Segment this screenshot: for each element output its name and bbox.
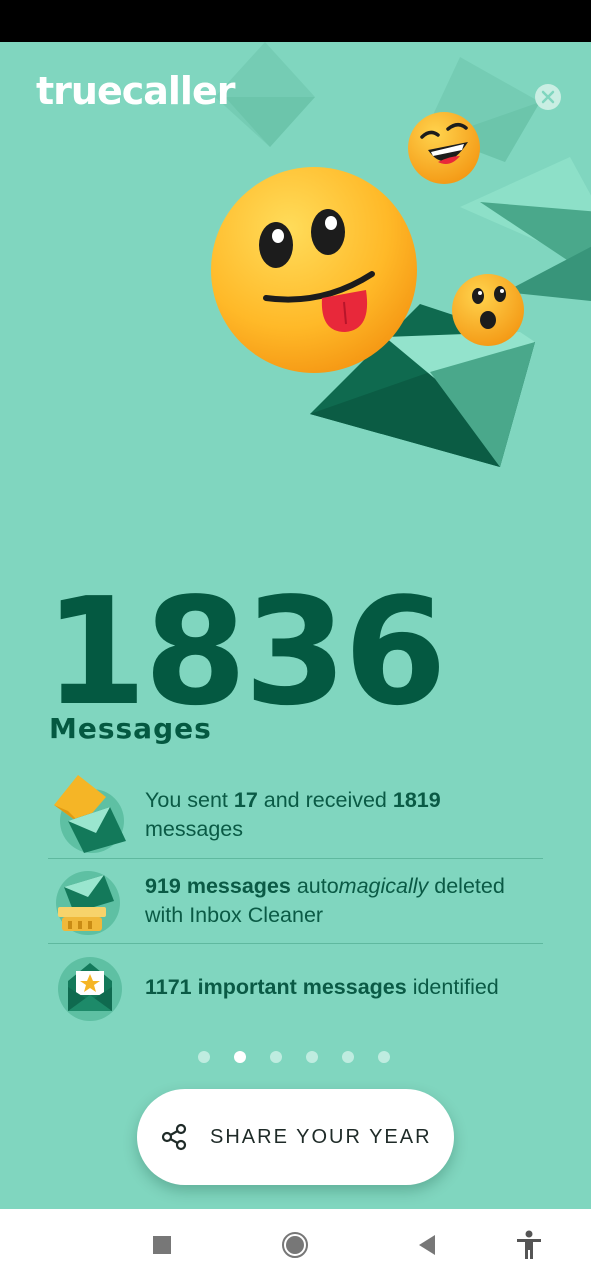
pagination-dot[interactable] [198, 1051, 210, 1063]
pagination-dot-active[interactable] [234, 1051, 246, 1063]
back-button[interactable] [411, 1229, 443, 1261]
year-in-review-story: truecaller 1836 Messages You sent 17 and… [0, 42, 591, 1209]
back-icon [419, 1235, 435, 1255]
story-pagination [198, 1051, 390, 1065]
system-navigation-bar [0, 1209, 591, 1280]
home-button[interactable] [279, 1229, 311, 1261]
accessibility-icon [517, 1230, 541, 1259]
stat-text: You sent 17 and received 1819 messages [145, 788, 441, 841]
pagination-dot[interactable] [378, 1051, 390, 1063]
stat-sent-received: You sent 17 and received 1819 messages [48, 772, 543, 859]
recents-button[interactable] [146, 1229, 178, 1261]
inbox-cleaner-icon [56, 870, 120, 935]
envelopes-icon [54, 775, 126, 853]
messages-count: 1836 [44, 566, 447, 738]
status-bar [0, 0, 591, 42]
close-button[interactable] [535, 84, 561, 110]
stat-text: 1171 important messages identified [145, 974, 499, 999]
recents-icon [153, 1236, 171, 1254]
stat-inbox-cleaner: 919 messages automagically deleted with … [48, 858, 543, 944]
pagination-dot[interactable] [270, 1051, 282, 1063]
important-envelope-icon [58, 957, 122, 1021]
accessibility-button[interactable] [513, 1229, 545, 1261]
pagination-dot[interactable] [306, 1051, 318, 1063]
close-icon [541, 90, 555, 104]
truecaller-logo: truecaller [36, 69, 235, 113]
stat-text: 919 messages automagically deleted with … [145, 873, 505, 927]
messages-label: Messages [49, 712, 212, 745]
laughing-emoji-icon [408, 112, 480, 184]
tongue-emoji-icon [211, 167, 417, 373]
stat-important: 1171 important messages identified [48, 944, 543, 1030]
home-icon [282, 1232, 308, 1258]
share-your-year-button[interactable]: SHARE YOUR YEAR [137, 1089, 454, 1185]
surprised-emoji-icon [452, 274, 524, 346]
share-label: SHARE YOUR YEAR [210, 1125, 432, 1148]
share-icon [161, 1123, 187, 1151]
pagination-dot[interactable] [342, 1051, 354, 1063]
